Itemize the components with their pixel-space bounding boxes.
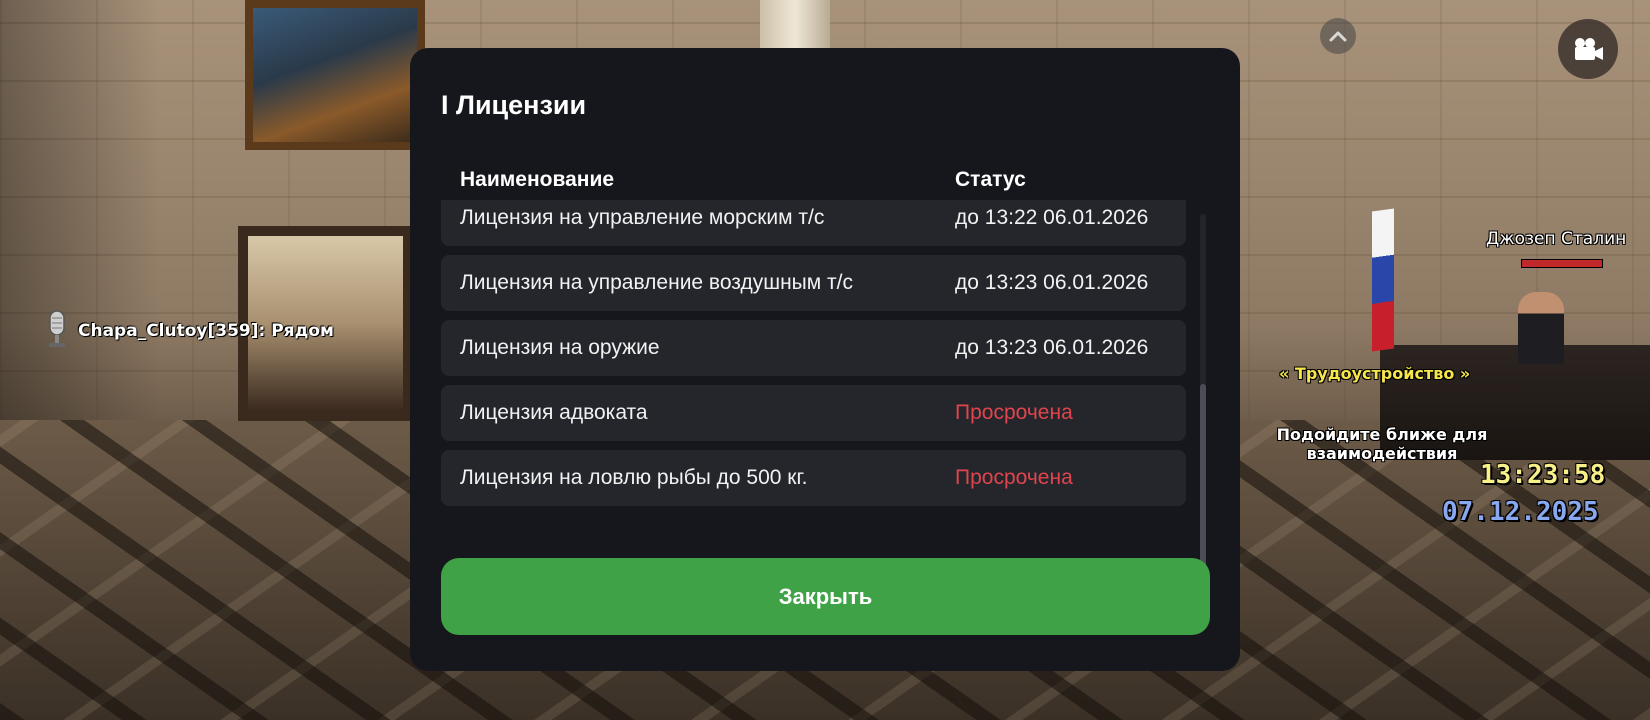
licenses-modal: I Лицензии Наименование Статус Лицензия … bbox=[410, 48, 1240, 671]
video-camera-icon[interactable] bbox=[1558, 19, 1618, 79]
close-button[interactable]: Закрыть bbox=[441, 558, 1210, 635]
npc-name-label: Джозеп Сталин bbox=[1486, 229, 1627, 249]
license-row: Лицензия адвоката Просрочена bbox=[441, 385, 1186, 441]
modal-title: I Лицензии bbox=[441, 90, 587, 120]
russian-flag bbox=[1372, 208, 1394, 352]
column-header-status: Статус bbox=[955, 168, 1026, 191]
license-status: до 13:22 06.01.2026 bbox=[955, 206, 1149, 229]
column-header-name: Наименование bbox=[460, 168, 615, 191]
voice-chat-text: Chapa_Clutoy[359]: Рядом bbox=[78, 321, 334, 341]
microphone-icon bbox=[44, 309, 70, 353]
npc-health-bar bbox=[1521, 259, 1603, 268]
license-status: до 13:23 06.01.2026 bbox=[955, 336, 1149, 359]
license-list[interactable]: Лицензия на управление морским т/с до 13:… bbox=[441, 200, 1186, 570]
portrait-painting bbox=[245, 0, 425, 150]
interaction-hint: Подойдите ближе для взаимодействия bbox=[1276, 425, 1488, 463]
clock-date: 07.12.2025 bbox=[1442, 497, 1599, 527]
license-name: Лицензия на ловлю рыбы до 500 кг. bbox=[460, 466, 808, 489]
license-name: Лицензия на оружие bbox=[460, 336, 660, 359]
license-status: Просрочена bbox=[955, 401, 1073, 424]
clock-time: 13:23:58 bbox=[1480, 460, 1606, 490]
voice-chat-indicator: Chapa_Clutoy[359]: Рядом bbox=[44, 309, 334, 353]
scrollbar-thumb[interactable] bbox=[1200, 384, 1206, 570]
license-name: Лицензия адвоката bbox=[460, 401, 648, 424]
license-row: Лицензия на оружие до 13:23 06.01.2026 bbox=[441, 320, 1186, 376]
license-row: Лицензия на управление воздушным т/с до 1… bbox=[441, 255, 1186, 311]
license-name: Лицензия на управление морским т/с bbox=[460, 206, 825, 229]
license-row: Лицензия на ловлю рыбы до 500 кг. Просроч… bbox=[441, 450, 1186, 506]
scrollbar[interactable] bbox=[1200, 214, 1206, 570]
job-label: « Трудоустройство » bbox=[1279, 364, 1471, 383]
license-status: до 13:23 06.01.2026 bbox=[955, 271, 1149, 294]
chevron-up-icon[interactable] bbox=[1320, 18, 1356, 54]
license-status: Просрочена bbox=[955, 466, 1073, 489]
npc-character[interactable] bbox=[1518, 292, 1564, 364]
license-row: Лицензия на управление морским т/с до 13:… bbox=[441, 200, 1186, 246]
license-name: Лицензия на управление воздушным т/с bbox=[460, 271, 853, 294]
